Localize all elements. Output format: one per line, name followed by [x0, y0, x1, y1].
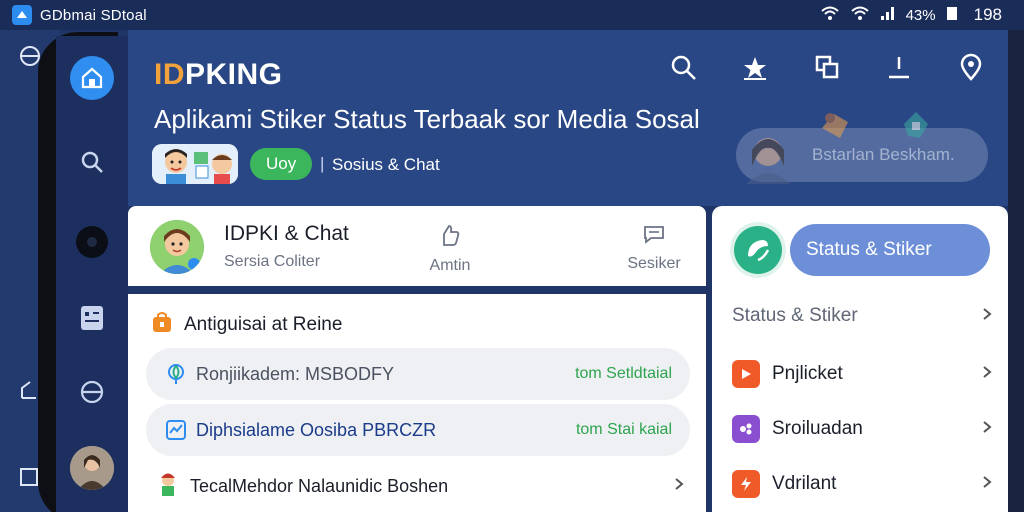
action-message[interactable]: Sesiker	[614, 224, 694, 273]
chevron-right-icon[interactable]	[672, 477, 686, 496]
star-icon[interactable]	[740, 52, 770, 82]
chevron-right-icon	[980, 475, 994, 494]
chevron-right-icon	[980, 420, 994, 439]
location-icon[interactable]	[956, 52, 986, 82]
search-icon[interactable]	[668, 52, 698, 82]
message-icon	[643, 224, 665, 249]
menu-item[interactable]: Pnjlicket	[732, 356, 994, 392]
menu-item[interactable]: Vdrilant	[732, 466, 994, 502]
wifi-icon-2	[850, 5, 870, 25]
explore-nav-button[interactable]	[70, 370, 114, 414]
status-sticker-panel: Status & Stiker Status & Stiker Pnjlicke…	[712, 206, 1008, 512]
chevron-right-icon	[980, 307, 994, 326]
lock-icon	[150, 310, 174, 340]
brand-logo: IDPKING	[154, 58, 283, 92]
chevron-right-icon	[980, 365, 994, 384]
thumb-icon	[440, 224, 460, 251]
wifi-icon	[820, 5, 840, 25]
meta-label: Sosius & Chat	[332, 155, 440, 174]
download-icon[interactable]	[884, 52, 914, 82]
puzzle-icon	[732, 415, 760, 443]
storage-nav-button[interactable]	[70, 296, 114, 340]
menu-header-row[interactable]: Status & Stiker	[732, 298, 994, 334]
content-list: Antiguisai at Reine Ronjiikadem: MSBODFY…	[128, 294, 706, 512]
menu-item-label: Sroiluadan	[772, 418, 863, 439]
section-title: Antiguisai at Reine	[184, 314, 343, 335]
app-icon	[12, 5, 32, 25]
meta-separator: |	[320, 154, 325, 173]
action-message-label: Sesiker	[627, 255, 681, 272]
menu-header-label: Status & Stiker	[732, 305, 858, 326]
status-bar: GDbmai SDtoal 43% 198	[0, 0, 1024, 30]
chart-icon	[164, 418, 188, 442]
promo-sticker-teal	[898, 108, 934, 149]
brand-part1: ID	[154, 58, 185, 91]
nav-rail	[56, 36, 128, 512]
list-item[interactable]: Ronjiikadem: MSBODFY tom Setldtaial	[146, 348, 690, 400]
profile-name: IDPKI & Chat	[224, 222, 349, 245]
sticker-fab[interactable]	[734, 226, 782, 274]
list-item-action[interactable]: tom Stai kaial	[576, 421, 672, 439]
share-icon	[18, 380, 40, 407]
promo-sticker-orange	[818, 108, 852, 147]
signal-icon	[880, 5, 896, 25]
menu-item-label: Pnjlicket	[772, 363, 843, 384]
profile-card[interactable]: IDPKI & Chat Sersia Coliter Amtin Sesike…	[128, 206, 706, 286]
app-header: IDPKING Aplikami Stiker Status Terbaak s…	[128, 30, 1008, 206]
search-nav-button[interactable]	[70, 140, 114, 184]
pin-icon	[164, 362, 188, 386]
status-sticker-button[interactable]: Status & Stiker	[790, 224, 990, 276]
camera-button[interactable]	[76, 226, 108, 258]
home-button[interactable]	[70, 56, 114, 100]
window-icon	[18, 466, 40, 493]
list-item-title: TecalMehdor Nalaunidic Boshen	[190, 475, 449, 496]
action-like[interactable]: Amtin	[410, 224, 490, 275]
list-item[interactable]: Diphsialame Oosiba PBRCZR tom Stai kaial	[146, 404, 690, 456]
menu-item-label: Vdrilant	[772, 473, 837, 494]
clock: 198	[973, 5, 1002, 24]
battery-percent: 43%	[905, 6, 936, 24]
device-edge	[1008, 30, 1024, 512]
list-item-action[interactable]: tom Setldtaial	[575, 365, 672, 383]
promo-avatar	[740, 126, 796, 189]
play-icon	[732, 360, 760, 388]
character-icon	[156, 471, 180, 502]
avatar[interactable]	[150, 220, 204, 274]
list-item[interactable]: TecalMehdor Nalaunidic Boshen	[156, 470, 686, 502]
list-item-title: Diphsialame Oosiba PBRCZR	[196, 419, 437, 440]
list-item-title: Ronjiikadem: MSBODFY	[196, 363, 395, 384]
battery-icon	[946, 5, 958, 25]
app-tagline: Aplikami Stiker Status Terbaak sor Media…	[154, 104, 700, 134]
sticker-thumbnail[interactable]	[152, 144, 238, 184]
header-actions	[668, 52, 986, 82]
brand-part2: PKING	[185, 58, 283, 91]
status-bar-title: GDbmai SDtoal	[40, 6, 147, 24]
primary-chip[interactable]: Uoy	[250, 148, 313, 180]
profile-subtitle: Sersia Coliter	[224, 253, 321, 270]
menu-item[interactable]: Sroiluadan	[732, 411, 994, 447]
bolt-icon	[732, 470, 760, 498]
profile-avatar[interactable]	[70, 446, 114, 490]
action-like-label: Amtin	[429, 257, 471, 274]
copy-icon[interactable]	[812, 52, 842, 82]
section-header: Antiguisai at Reine	[150, 310, 342, 340]
